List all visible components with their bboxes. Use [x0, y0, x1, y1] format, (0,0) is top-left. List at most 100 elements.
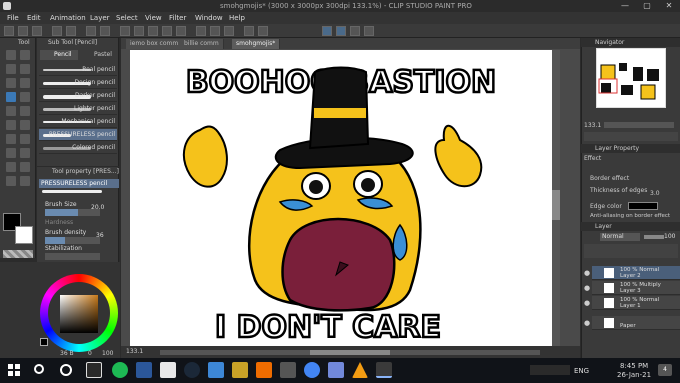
move-tool-icon[interactable] — [20, 50, 30, 60]
drawing-canvas[interactable]: BOOHOO BASTION I DON'T CARE — [130, 50, 552, 346]
color-saturation-square[interactable] — [60, 295, 98, 333]
layer-tool-icon[interactable] — [322, 26, 332, 36]
eyedropper-tool-icon[interactable] — [20, 176, 30, 186]
brush-real-pencil[interactable]: Real pencil — [39, 64, 117, 76]
tab-iemo-box-comm[interactable]: iemo box comm — [126, 39, 184, 49]
save-icon[interactable] — [32, 26, 42, 36]
opacity-slider[interactable] — [644, 235, 664, 239]
gradient-tool-icon[interactable] — [6, 134, 16, 144]
layer-row[interactable]: 100 % Multiply Layer 3 — [592, 281, 680, 295]
edge-color-swatch[interactable] — [628, 202, 658, 210]
tab-pencil[interactable]: Pencil — [40, 50, 78, 60]
show-selection-icon[interactable] — [176, 26, 186, 36]
spotify-icon[interactable] — [112, 362, 128, 378]
chrome-icon[interactable] — [304, 362, 320, 378]
eraser-tool-icon[interactable] — [20, 106, 30, 116]
pencil-tool-icon[interactable] — [20, 92, 30, 102]
rotate-right-icon[interactable] — [258, 26, 268, 36]
clear-icon[interactable] — [86, 26, 96, 36]
horizontal-scrollbar[interactable] — [160, 350, 540, 355]
brush-design-pencil[interactable]: Design pencil — [39, 77, 117, 89]
layer-property-header[interactable]: Layer Property — [581, 144, 680, 153]
undo-icon[interactable] — [52, 26, 62, 36]
brush-size-value[interactable]: 20.0 — [91, 204, 104, 211]
brush-darker-pencil[interactable]: Darker pencil — [39, 90, 117, 102]
ruler-tool-icon[interactable] — [20, 148, 30, 158]
transform-icon[interactable] — [120, 26, 130, 36]
fill-icon[interactable] — [100, 26, 110, 36]
blend-mode-select[interactable]: Normal — [600, 233, 640, 241]
clock-time[interactable]: 8:45 PM — [620, 362, 648, 370]
word-icon[interactable] — [136, 362, 152, 378]
layer-visibility-icon[interactable]: ● — [584, 266, 592, 280]
layer-panel-header[interactable]: Layer — [581, 222, 680, 231]
operation-tool-icon[interactable] — [6, 64, 16, 74]
canvas-zoom-readout[interactable]: 133.1 — [126, 348, 143, 355]
layer-visibility-icon[interactable]: ● — [584, 316, 592, 330]
antialias-label[interactable]: Anti-aliasing on border effect — [590, 213, 678, 219]
close-button[interactable]: ✕ — [658, 0, 680, 12]
layer-visibility-icon[interactable]: ● — [584, 281, 592, 295]
brush-lighter-pencil[interactable]: Lighter pencil — [39, 103, 117, 115]
layer-visibility-icon[interactable]: ● — [584, 296, 592, 310]
opacity-value[interactable]: 100 — [664, 233, 675, 240]
redo-icon[interactable] — [66, 26, 76, 36]
invert-selection-icon[interactable] — [162, 26, 172, 36]
reference-icon[interactable] — [350, 26, 360, 36]
stabilization-slider[interactable] — [45, 253, 100, 260]
figure-tool-icon[interactable] — [20, 134, 30, 144]
app-icon-generic[interactable] — [280, 362, 296, 378]
steam-icon[interactable] — [184, 362, 200, 378]
balloon-tool-icon[interactable] — [20, 162, 30, 172]
minimize-button[interactable]: — — [614, 0, 636, 12]
pen-tool-icon[interactable] — [6, 92, 16, 102]
navigator-header[interactable]: Navigator — [581, 38, 680, 47]
menu-filter[interactable]: Filter — [169, 14, 186, 22]
system-tray[interactable] — [530, 365, 570, 375]
folder-icon[interactable] — [232, 362, 248, 378]
start-button[interactable] — [8, 364, 20, 376]
layer-row-paper[interactable]: Paper — [592, 316, 680, 330]
brush-colored-pencil[interactable]: Colored pencil — [39, 142, 117, 154]
menu-help[interactable]: Help — [229, 14, 245, 22]
current-color-swatch[interactable] — [40, 338, 48, 346]
notification-center[interactable]: 4 — [658, 364, 672, 376]
brush-density-slider[interactable] — [45, 237, 100, 244]
snap-grid-icon[interactable] — [224, 26, 234, 36]
thickness-value[interactable]: 3.0 — [650, 190, 660, 197]
snap-ruler-icon[interactable] — [196, 26, 206, 36]
mask-icon[interactable] — [364, 26, 374, 36]
menu-file[interactable]: File — [7, 14, 19, 22]
task-view-icon[interactable] — [86, 362, 102, 378]
layer-row[interactable]: 100 % Normal Layer 1 — [592, 296, 680, 310]
deselect-icon[interactable] — [134, 26, 144, 36]
new-file-icon[interactable] — [4, 26, 14, 36]
tab-pastel[interactable]: Pastel — [80, 50, 118, 60]
tool-tab-label[interactable]: Tool — [2, 39, 30, 46]
brush-density-value[interactable]: 36 — [96, 232, 104, 239]
auto-select-tool-icon[interactable] — [20, 78, 30, 88]
brush-tool-icon[interactable] — [6, 106, 16, 116]
correct-line-tool-icon[interactable] — [6, 176, 16, 186]
menu-view[interactable]: View — [145, 14, 162, 22]
menu-animation[interactable]: Animation — [50, 14, 86, 22]
menu-select[interactable]: Select — [116, 14, 138, 22]
navigator-zoom[interactable]: 133.1 — [584, 122, 601, 129]
cortana-icon[interactable] — [60, 364, 72, 376]
explorer-icon[interactable] — [160, 362, 176, 378]
snap-toggle-icon[interactable] — [336, 26, 346, 36]
vertical-scrollbar[interactable] — [552, 50, 560, 346]
move-layer-tool-icon[interactable] — [20, 64, 30, 74]
zoom-tool-icon[interactable] — [6, 50, 16, 60]
rotate-left-icon[interactable] — [244, 26, 254, 36]
brush-pressureless-pencil[interactable]: PRESSURELESS pencil — [39, 129, 117, 141]
search-icon[interactable] — [34, 364, 44, 374]
layer-row[interactable]: 100 % Normal Layer 2 — [592, 266, 680, 280]
language-indicator[interactable]: ENG — [574, 367, 589, 375]
sub-color-swatch[interactable] — [15, 226, 33, 244]
crop-icon[interactable] — [148, 26, 158, 36]
tab-smohgmojis[interactable]: smohgmojis* — [232, 39, 281, 49]
text-tool-icon[interactable] — [6, 162, 16, 172]
menu-layer[interactable]: Layer — [90, 14, 110, 22]
fill-tool-icon[interactable] — [20, 120, 30, 130]
